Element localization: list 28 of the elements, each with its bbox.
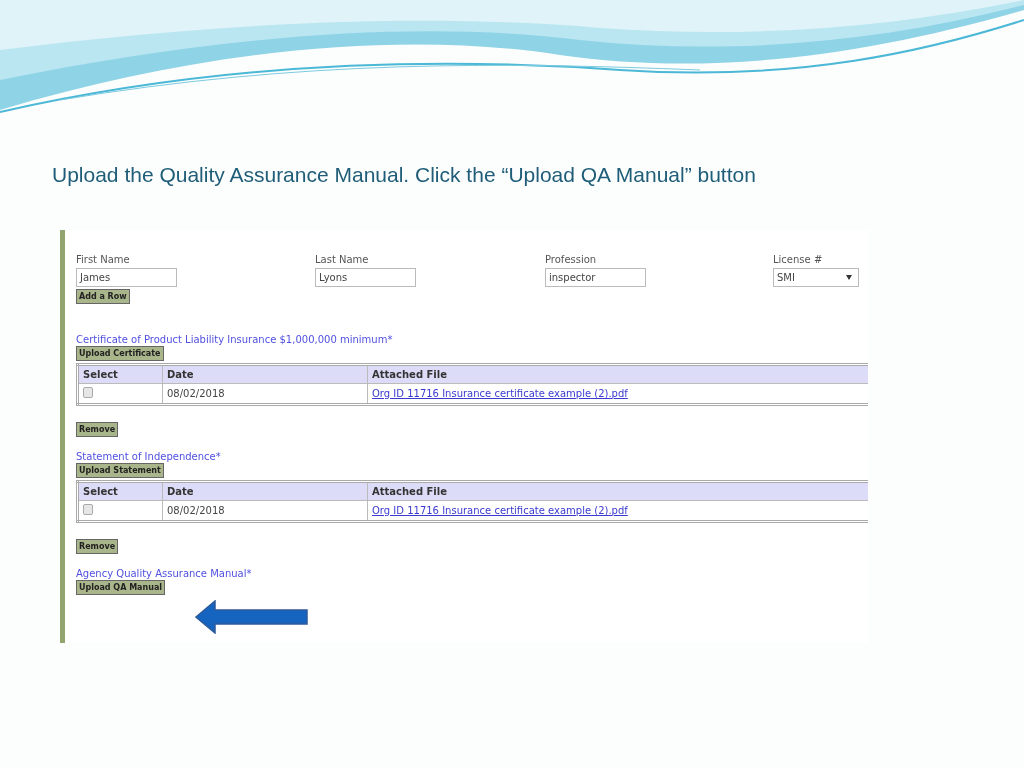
- row-checkbox[interactable]: [83, 504, 93, 515]
- remove-button[interactable]: Remove: [76, 422, 119, 437]
- column-header: Select: [77, 364, 163, 384]
- row-checkbox[interactable]: [83, 387, 93, 398]
- column-header: Attached File: [367, 481, 868, 501]
- slide-heading: Upload the Quality Assurance Manual. Click the “Upload QA Manual” button: [52, 163, 756, 187]
- license-select[interactable]: SMI: [773, 268, 859, 287]
- text-field[interactable]: James: [76, 268, 177, 287]
- field-label: License #: [773, 254, 824, 265]
- section-title: Certificate of Product Liability Insurance $1,000,000 minimum*: [76, 334, 394, 345]
- field-label: Profession: [545, 254, 598, 265]
- column-header: Attached File: [367, 364, 868, 384]
- field-label: First Name: [76, 254, 131, 265]
- section-title: Statement of Independence*: [76, 451, 222, 462]
- remove-button[interactable]: Remove: [76, 539, 119, 554]
- upload-button[interactable]: Upload Certificate: [76, 346, 164, 361]
- upload-button[interactable]: Upload Statement: [76, 463, 164, 478]
- field-label: Last Name: [315, 254, 370, 265]
- upload-button[interactable]: Upload QA Manual: [76, 580, 166, 595]
- section-title: Agency Quality Assurance Manual*: [76, 568, 253, 579]
- column-header: Select: [77, 481, 163, 501]
- caret-icon: [846, 275, 852, 280]
- column-header: Date: [162, 481, 368, 501]
- column-header: Date: [162, 364, 368, 384]
- text-field[interactable]: Lyons: [315, 268, 416, 287]
- text-field[interactable]: inspector: [545, 268, 646, 287]
- add-row-button[interactable]: Add a Row: [76, 289, 130, 304]
- left-arrow-icon: [195, 600, 309, 634]
